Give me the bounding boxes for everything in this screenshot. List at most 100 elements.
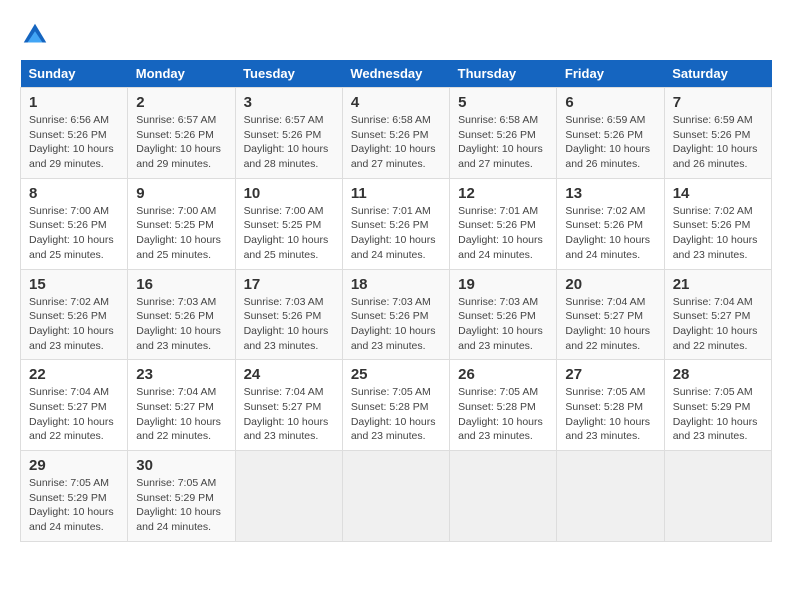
day-number: 19 bbox=[458, 276, 548, 293]
calendar-cell: 28 Sunrise: 7:05 AM Sunset: 5:29 PM Dayli… bbox=[664, 360, 771, 451]
calendar-cell: 1 Sunrise: 6:56 AM Sunset: 5:26 PM Daylig… bbox=[21, 88, 128, 179]
day-info: Sunrise: 7:02 AM Sunset: 5:26 PM Dayligh… bbox=[673, 204, 763, 263]
day-number: 30 bbox=[136, 457, 226, 474]
day-number: 13 bbox=[565, 185, 655, 202]
calendar-cell: 30 Sunrise: 7:05 AM Sunset: 5:29 PM Dayli… bbox=[128, 451, 235, 542]
calendar-cell: 14 Sunrise: 7:02 AM Sunset: 5:26 PM Dayli… bbox=[664, 178, 771, 269]
calendar-cell: 27Sunrise: 7:05 AM Sunset: 5:28 PM Dayli… bbox=[557, 360, 664, 451]
day-number: 20 bbox=[565, 276, 655, 293]
day-number: 23 bbox=[136, 366, 226, 383]
calendar-table: SundayMondayTuesdayWednesdayThursdayFrid… bbox=[20, 60, 772, 542]
day-info: Sunrise: 7:00 AM Sunset: 5:25 PM Dayligh… bbox=[244, 204, 334, 263]
day-number: 9 bbox=[136, 185, 226, 202]
day-number: 8 bbox=[29, 185, 119, 202]
calendar-cell: 29Sunrise: 7:05 AM Sunset: 5:29 PM Dayli… bbox=[21, 451, 128, 542]
calendar-cell: 23 Sunrise: 7:04 AM Sunset: 5:27 PM Dayli… bbox=[128, 360, 235, 451]
calendar-cell: 10 Sunrise: 7:00 AM Sunset: 5:25 PM Dayli… bbox=[235, 178, 342, 269]
day-number: 6 bbox=[565, 94, 655, 111]
calendar-cell bbox=[664, 451, 771, 542]
day-number: 22 bbox=[29, 366, 119, 383]
day-info: Sunrise: 6:59 AM Sunset: 5:26 PM Dayligh… bbox=[565, 113, 655, 172]
day-info: Sunrise: 6:58 AM Sunset: 5:26 PM Dayligh… bbox=[351, 113, 441, 172]
day-info: Sunrise: 7:05 AM Sunset: 5:28 PM Dayligh… bbox=[351, 385, 441, 444]
weekday-header-tuesday: Tuesday bbox=[235, 60, 342, 88]
day-info: Sunrise: 7:04 AM Sunset: 5:27 PM Dayligh… bbox=[244, 385, 334, 444]
day-number: 28 bbox=[673, 366, 763, 383]
day-number: 14 bbox=[673, 185, 763, 202]
day-info: Sunrise: 6:58 AM Sunset: 5:26 PM Dayligh… bbox=[458, 113, 548, 172]
calendar-cell: 16 Sunrise: 7:03 AM Sunset: 5:26 PM Dayli… bbox=[128, 269, 235, 360]
day-info: Sunrise: 7:04 AM Sunset: 5:27 PM Dayligh… bbox=[673, 295, 763, 354]
day-number: 16 bbox=[136, 276, 226, 293]
day-info: Sunrise: 7:05 AM Sunset: 5:29 PM Dayligh… bbox=[673, 385, 763, 444]
day-number: 1 bbox=[29, 94, 119, 111]
calendar-cell: 8 Sunrise: 7:00 AM Sunset: 5:26 PM Daylig… bbox=[21, 178, 128, 269]
calendar-cell: 13 Sunrise: 7:02 AM Sunset: 5:26 PM Dayli… bbox=[557, 178, 664, 269]
calendar-cell bbox=[342, 451, 449, 542]
day-number: 12 bbox=[458, 185, 548, 202]
day-info: Sunrise: 7:05 AM Sunset: 5:28 PM Dayligh… bbox=[458, 385, 548, 444]
weekday-header-saturday: Saturday bbox=[664, 60, 771, 88]
calendar-cell: 6 Sunrise: 6:59 AM Sunset: 5:26 PM Daylig… bbox=[557, 88, 664, 179]
day-number: 10 bbox=[244, 185, 334, 202]
day-number: 7 bbox=[673, 94, 763, 111]
day-number: 27 bbox=[565, 366, 655, 383]
day-number: 2 bbox=[136, 94, 226, 111]
calendar-cell: 19 Sunrise: 7:03 AM Sunset: 5:26 PM Dayli… bbox=[450, 269, 557, 360]
calendar-cell: 2 Sunrise: 6:57 AM Sunset: 5:26 PM Daylig… bbox=[128, 88, 235, 179]
calendar-cell: 9 Sunrise: 7:00 AM Sunset: 5:25 PM Daylig… bbox=[128, 178, 235, 269]
calendar-cell: 22 Sunrise: 7:04 AM Sunset: 5:27 PM Dayli… bbox=[21, 360, 128, 451]
day-info: Sunrise: 7:02 AM Sunset: 5:26 PM Dayligh… bbox=[29, 295, 119, 354]
weekday-header-row: SundayMondayTuesdayWednesdayThursdayFrid… bbox=[21, 60, 772, 88]
day-info: Sunrise: 6:57 AM Sunset: 5:26 PM Dayligh… bbox=[244, 113, 334, 172]
logo bbox=[20, 20, 54, 50]
day-number: 21 bbox=[673, 276, 763, 293]
calendar-week-3: 15 Sunrise: 7:02 AM Sunset: 5:26 PM Dayli… bbox=[21, 269, 772, 360]
calendar-week-2: 8 Sunrise: 7:00 AM Sunset: 5:26 PM Daylig… bbox=[21, 178, 772, 269]
day-info: Sunrise: 7:03 AM Sunset: 5:26 PM Dayligh… bbox=[458, 295, 548, 354]
day-number: 17 bbox=[244, 276, 334, 293]
weekday-header-friday: Friday bbox=[557, 60, 664, 88]
calendar-week-4: 22 Sunrise: 7:04 AM Sunset: 5:27 PM Dayli… bbox=[21, 360, 772, 451]
calendar-cell: 26 Sunrise: 7:05 AM Sunset: 5:28 PM Dayli… bbox=[450, 360, 557, 451]
day-info: Sunrise: 6:57 AM Sunset: 5:26 PM Dayligh… bbox=[136, 113, 226, 172]
day-number: 26 bbox=[458, 366, 548, 383]
day-number: 3 bbox=[244, 94, 334, 111]
page-header bbox=[20, 20, 772, 50]
weekday-header-wednesday: Wednesday bbox=[342, 60, 449, 88]
calendar-cell: 17 Sunrise: 7:03 AM Sunset: 5:26 PM Dayli… bbox=[235, 269, 342, 360]
day-info: Sunrise: 6:59 AM Sunset: 5:26 PM Dayligh… bbox=[673, 113, 763, 172]
calendar-cell: 25 Sunrise: 7:05 AM Sunset: 5:28 PM Dayli… bbox=[342, 360, 449, 451]
day-info: Sunrise: 7:04 AM Sunset: 5:27 PM Dayligh… bbox=[29, 385, 119, 444]
day-info: Sunrise: 7:05 AM Sunset: 5:29 PM Dayligh… bbox=[136, 476, 226, 535]
calendar-cell: 12Sunrise: 7:01 AM Sunset: 5:26 PM Dayli… bbox=[450, 178, 557, 269]
calendar-cell: 4Sunrise: 6:58 AM Sunset: 5:26 PM Daylig… bbox=[342, 88, 449, 179]
day-info: Sunrise: 7:02 AM Sunset: 5:26 PM Dayligh… bbox=[565, 204, 655, 263]
day-number: 25 bbox=[351, 366, 441, 383]
calendar-cell bbox=[450, 451, 557, 542]
calendar-cell bbox=[557, 451, 664, 542]
day-info: Sunrise: 7:00 AM Sunset: 5:26 PM Dayligh… bbox=[29, 204, 119, 263]
day-number: 15 bbox=[29, 276, 119, 293]
day-number: 24 bbox=[244, 366, 334, 383]
day-info: Sunrise: 7:03 AM Sunset: 5:26 PM Dayligh… bbox=[136, 295, 226, 354]
weekday-header-sunday: Sunday bbox=[21, 60, 128, 88]
calendar-cell: 3 Sunrise: 6:57 AM Sunset: 5:26 PM Daylig… bbox=[235, 88, 342, 179]
calendar-cell: 24 Sunrise: 7:04 AM Sunset: 5:27 PM Dayli… bbox=[235, 360, 342, 451]
calendar-cell: 11Sunrise: 7:01 AM Sunset: 5:26 PM Dayli… bbox=[342, 178, 449, 269]
calendar-cell: 21 Sunrise: 7:04 AM Sunset: 5:27 PM Dayli… bbox=[664, 269, 771, 360]
day-info: Sunrise: 7:05 AM Sunset: 5:29 PM Dayligh… bbox=[29, 476, 119, 535]
calendar-cell: 20 Sunrise: 7:04 AM Sunset: 5:27 PM Dayli… bbox=[557, 269, 664, 360]
calendar-cell: 7 Sunrise: 6:59 AM Sunset: 5:26 PM Daylig… bbox=[664, 88, 771, 179]
calendar-cell: 5Sunrise: 6:58 AM Sunset: 5:26 PM Daylig… bbox=[450, 88, 557, 179]
day-info: Sunrise: 7:03 AM Sunset: 5:26 PM Dayligh… bbox=[244, 295, 334, 354]
day-number: 18 bbox=[351, 276, 441, 293]
day-info: Sunrise: 6:56 AM Sunset: 5:26 PM Dayligh… bbox=[29, 113, 119, 172]
day-info: Sunrise: 7:00 AM Sunset: 5:25 PM Dayligh… bbox=[136, 204, 226, 263]
weekday-header-monday: Monday bbox=[128, 60, 235, 88]
day-info: Sunrise: 7:03 AM Sunset: 5:26 PM Dayligh… bbox=[351, 295, 441, 354]
calendar-cell bbox=[235, 451, 342, 542]
day-info: Sunrise: 7:01 AM Sunset: 5:26 PM Dayligh… bbox=[351, 204, 441, 263]
day-info: Sunrise: 7:04 AM Sunset: 5:27 PM Dayligh… bbox=[136, 385, 226, 444]
day-info: Sunrise: 7:04 AM Sunset: 5:27 PM Dayligh… bbox=[565, 295, 655, 354]
